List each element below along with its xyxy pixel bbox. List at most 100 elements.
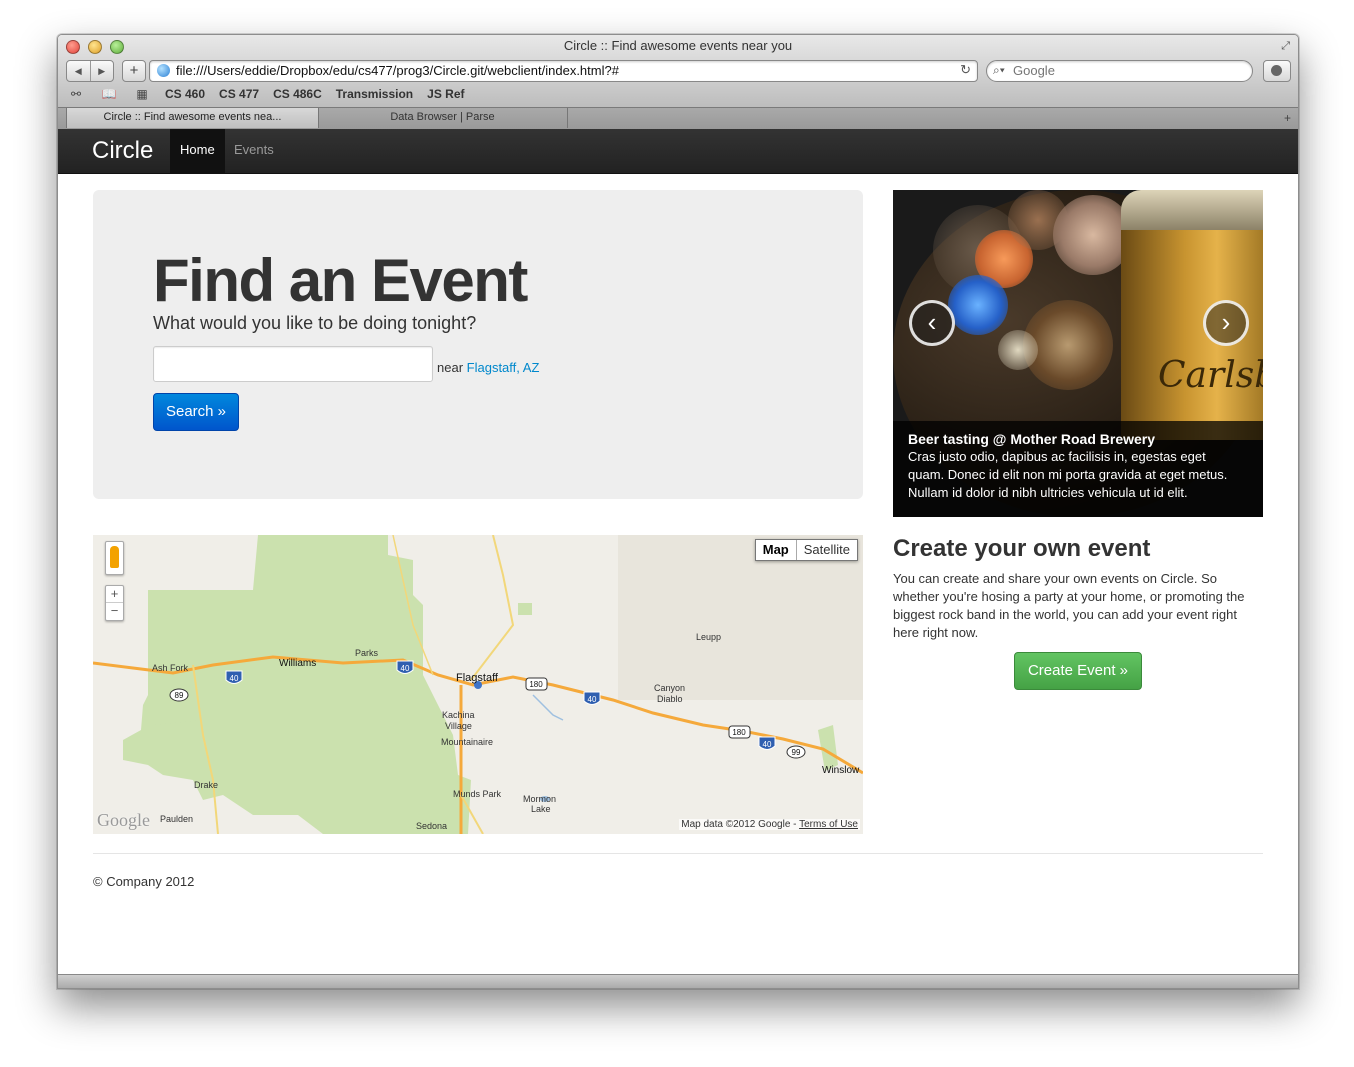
bookmark-cs460[interactable]: CS 460 [165,87,205,101]
tab-circle[interactable]: Circle :: Find awesome events nea... [66,108,319,128]
globe-icon [157,64,170,77]
map-label-diablo: Diablo [657,694,683,704]
top-sites-grid-icon[interactable]: ▦ [132,87,152,101]
bookmark-cs477[interactable]: CS 477 [219,87,259,101]
tab-data-browser[interactable]: Data Browser | Parse [318,108,568,128]
create-heading: Create your own event [893,535,1151,562]
event-search-input[interactable] [153,346,433,382]
map-label-williams: Williams [279,658,316,669]
location-link[interactable]: Flagstaff, AZ [467,360,540,375]
bookmarks-bar: ⚯ 📖 ▦ CS 460 CS 477 CS 486C Transmission… [66,86,479,102]
map-label-leupp: Leupp [696,632,721,642]
browser-window: Circle :: Find awesome events near you ⤢… [57,34,1299,989]
interstate-40-shield: 40 [758,736,776,750]
zoom-out-button[interactable]: − [106,603,123,619]
map-label-parks: Parks [355,648,379,658]
back-forward-buttons: ◀ ▶ [66,60,114,82]
bookmarks-book-icon[interactable]: 📖 [99,87,119,101]
event-carousel: Carlsberg ‹ › Beer tasting @ Mother Road… [893,190,1263,517]
google-map[interactable]: Ash Fork Williams Parks Flagstaff Kachin… [93,535,863,834]
map-zoom-control: + − [105,585,124,621]
interstate-40-shield: 40 [396,660,414,674]
map-label-paulden: Paulden [160,814,193,824]
route-89-shield: 89 [169,688,189,702]
hero-unit: Find an Event What would you like to be … [93,190,863,499]
us-180-shield: 180 [728,725,751,739]
bookmark-cs486c[interactable]: CS 486C [273,87,322,101]
caption-text: Cras justo odio, dapibus ac facilisis in… [908,449,1228,500]
footer-divider [93,853,1263,854]
carousel-prev-button[interactable]: ‹ [909,300,955,346]
site-navbar: Circle Home Events [58,129,1298,174]
svg-text:40: 40 [588,695,597,704]
window-title: Circle :: Find awesome events near you [563,38,793,53]
nav-item-events[interactable]: Events [224,129,284,173]
forward-arrow-icon[interactable]: ▶ [89,61,114,81]
interstate-40-shield: 40 [583,691,601,705]
browser-chrome: Circle :: Find awesome events near you ⤢… [58,35,1298,107]
route-99-shield: 99 [786,745,806,759]
reload-icon[interactable]: ↻ [960,62,971,78]
map-label-drake: Drake [194,780,218,790]
browser-search-field[interactable]: ⌕▾ [986,60,1253,82]
downloads-button[interactable] [1263,60,1291,82]
reading-list-icon[interactable]: ⚯ [66,87,86,101]
map-label-canyon: Canyon [654,683,685,693]
map-type-satellite-button[interactable]: Satellite [795,540,857,560]
search-icon: ⌕▾ [993,63,1005,77]
map-label-sedona: Sedona [416,821,447,831]
terms-of-use-link[interactable]: Terms of Use [799,819,858,830]
add-bookmark-button[interactable]: + [122,60,146,82]
map-label-winslow: Winslow [822,765,860,776]
street-view-pegman-icon[interactable] [105,541,124,575]
svg-text:180: 180 [529,680,543,689]
map-label-lake: Lake [531,804,551,814]
near-label: near [437,360,464,375]
zoom-in-button[interactable]: + [106,586,123,603]
download-icon [1271,65,1282,76]
browser-status-bar [58,974,1298,988]
create-text: You can create and share your own events… [893,571,1245,640]
carousel-caption: Beer tasting @ Mother Road Brewery Cras … [893,421,1263,517]
map-label-ash-fork: Ash Fork [152,663,189,673]
site-brand[interactable]: Circle [92,137,153,165]
svg-text:40: 40 [230,674,239,683]
hero-lead: What would you like to be doing tonight? [153,313,477,333]
fullscreen-icon[interactable]: ⤢ [1281,40,1290,53]
create-event-button[interactable]: Create Event » [1014,652,1142,690]
svg-text:40: 40 [401,664,410,673]
map-label-munds-park: Munds Park [453,789,502,799]
hero-heading: Find an Event [153,247,528,314]
map-label-flagstaff: Flagstaff [456,672,499,684]
map-label-kachina: Kachina [442,710,475,720]
map-tiles: Ash Fork Williams Parks Flagstaff Kachin… [93,535,863,834]
map-attribution: Map data ©2012 Google - Terms of Use [679,819,860,830]
svg-text:89: 89 [175,691,184,700]
svg-text:40: 40 [763,740,772,749]
browser-search-input[interactable] [1013,62,1238,78]
us-180-shield: 180 [525,677,548,691]
carousel-next-button[interactable]: › [1203,300,1249,346]
svg-text:99: 99 [792,748,801,757]
near-location: near Flagstaff, AZ [437,360,539,375]
back-arrow-icon[interactable]: ◀ [67,61,90,81]
google-logo[interactable]: Google [97,810,150,831]
web-page: Circle Home Events Find an Event What wo… [58,129,1298,974]
new-tab-icon[interactable]: + [1284,111,1291,125]
svg-text:180: 180 [732,728,746,737]
caption-title: Beer tasting @ Mother Road Brewery [908,431,1156,447]
tab-bar: Circle :: Find awesome events nea... Dat… [58,107,1298,130]
bookmark-transmission[interactable]: Transmission [336,87,413,101]
nav-item-home[interactable]: Home [170,129,225,173]
interstate-40-shield: 40 [225,670,243,684]
map-label-mormon: Mormon [523,794,556,804]
map-type-map-button[interactable]: Map [756,540,796,560]
bookmark-js-ref[interactable]: JS Ref [427,87,464,101]
carousel-image-text: Carlsberg [1158,355,1263,396]
map-label-mountainaire: Mountainaire [441,737,493,747]
map-attribution-text: Map data ©2012 Google - [681,819,800,830]
search-button[interactable]: Search » [153,393,239,431]
map-label-village: Village [445,721,472,731]
address-text: file:///Users/eddie/Dropbox/edu/cs477/pr… [176,63,619,78]
address-bar[interactable]: file:///Users/eddie/Dropbox/edu/cs477/pr… [149,60,978,82]
